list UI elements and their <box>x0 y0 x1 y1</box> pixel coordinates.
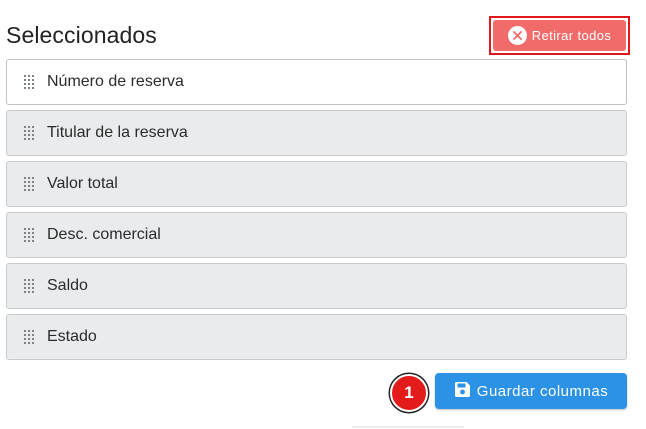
list-item[interactable]: Saldo <box>6 263 627 309</box>
list-item[interactable]: Número de reserva <box>6 59 627 105</box>
list-item-label: Valor total <box>47 175 118 192</box>
remove-all-label: Retirar todos <box>531 28 612 43</box>
drag-handle-icon[interactable] <box>24 330 36 344</box>
drag-handle-icon[interactable] <box>24 126 36 140</box>
list-item[interactable]: Estado <box>6 314 627 360</box>
list-item-label: Número de reserva <box>47 73 184 90</box>
drag-handle-icon[interactable] <box>24 177 36 191</box>
drag-handle-icon[interactable] <box>24 228 36 242</box>
remove-all-highlight: Retirar todos <box>489 16 630 55</box>
selected-columns-list: Número de reserva Titular de la reserva … <box>6 59 627 365</box>
list-item-label: Desc. comercial <box>47 226 161 243</box>
floppy-disk-icon <box>454 381 471 402</box>
close-circle-icon <box>507 26 527 45</box>
list-item-label: Titular de la reserva <box>47 124 188 141</box>
remove-all-button[interactable]: Retirar todos <box>493 20 626 51</box>
list-item-label: Saldo <box>47 277 88 294</box>
list-item[interactable]: Valor total <box>6 161 627 207</box>
save-columns-button[interactable]: Guardar columnas <box>435 373 627 409</box>
step-badge: 1 <box>390 374 428 412</box>
save-columns-label: Guardar columnas <box>476 382 609 400</box>
list-item[interactable]: Titular de la reserva <box>6 110 627 156</box>
page-title: Seleccionados <box>6 22 157 48</box>
drag-handle-icon[interactable] <box>24 75 36 89</box>
list-item-label: Estado <box>47 328 97 345</box>
list-item[interactable]: Desc. comercial <box>6 212 627 258</box>
drag-handle-icon[interactable] <box>24 279 36 293</box>
